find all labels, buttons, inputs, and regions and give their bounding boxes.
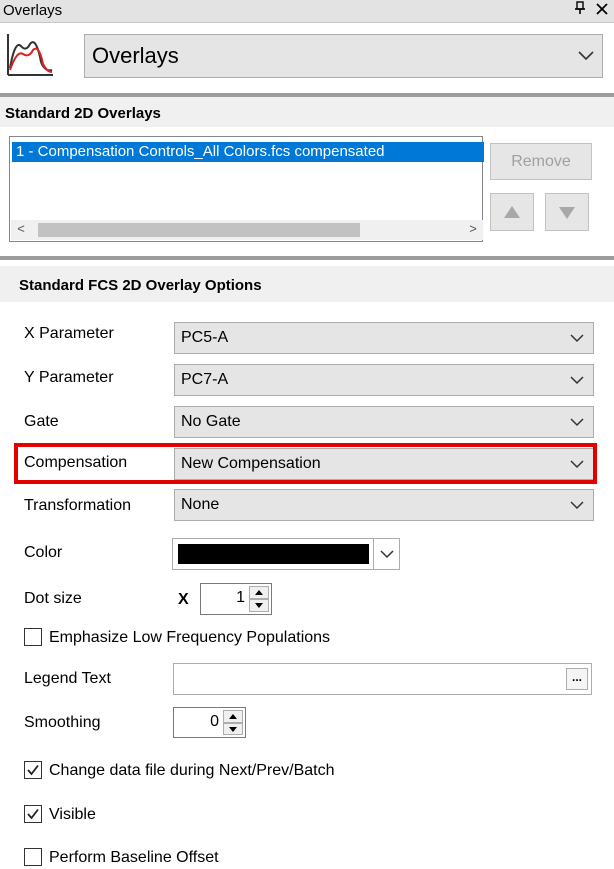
emphasize-label: Emphasize Low Frequency Populations [49,629,331,646]
pin-icon[interactable] [572,1,588,19]
arrow-down-icon [229,726,237,732]
chevron-down-icon [570,418,584,427]
transformation-value: None [181,496,220,513]
section-title-options: Standard FCS 2D Overlay Options [0,266,614,302]
gate-select[interactable]: No Gate [174,406,594,438]
close-icon[interactable] [594,1,610,19]
color-picker[interactable] [172,538,400,570]
y-parameter-select[interactable]: PC7-A [174,364,594,396]
section-title-standard-2d: Standard 2D Overlays [0,97,614,127]
y-parameter-label: Y Parameter [24,369,114,386]
ellipsis-button[interactable]: ... [566,668,588,690]
chevron-down-icon [380,550,394,559]
panel-title: Overlays [3,2,63,19]
dot-size-value: 1 [236,589,245,606]
x-parameter-select[interactable]: PC5-A [174,322,594,354]
emphasize-checkbox[interactable] [24,628,42,646]
decrement-button[interactable] [223,722,243,735]
section-divider [0,256,614,260]
legend-text-label: Legend Text [24,670,111,687]
dot-size-stepper[interactable]: 1 [200,583,272,615]
highlight-box [14,443,597,484]
arrow-up-icon [255,590,263,595]
triangle-up-icon [504,206,520,218]
overlay-type-value: Overlays [92,43,179,68]
gate-label: Gate [24,413,59,430]
list-item[interactable]: 1 - Compensation Controls_All Colors.fcs… [12,142,484,162]
histogram-overlay-icon [5,32,55,78]
baseline-offset-label: Perform Baseline Offset [49,849,219,866]
baseline-offset-checkbox[interactable] [24,848,42,866]
smoothing-label: Smoothing [24,714,101,731]
transformation-label: Transformation [24,497,131,514]
panel-titlebar: Overlays [0,0,614,23]
horizontal-scrollbar[interactable]: < > [11,220,483,240]
arrow-down-icon [255,603,263,608]
color-swatch [178,544,369,564]
dot-size-label: Dot size [24,590,82,607]
overlay-list[interactable]: 1 - Compensation Controls_All Colors.fcs… [9,136,484,242]
change-data-file-checkbox[interactable] [24,761,42,779]
checkmark-icon [27,808,39,820]
y-parameter-value: PC7-A [181,371,229,388]
increment-button[interactable] [249,586,269,599]
smoothing-value: 0 [210,713,219,730]
overlay-type-select[interactable]: Overlays [84,34,603,78]
x-parameter-value: PC5-A [181,329,229,346]
chevron-down-icon [570,376,584,385]
visible-checkbox[interactable] [24,805,42,823]
increment-button[interactable] [223,710,243,723]
dot-size-prefix: X [178,591,189,608]
scroll-right-icon[interactable]: > [465,221,481,236]
remove-button[interactable]: Remove [490,143,592,180]
gate-value: No Gate [181,413,241,430]
arrow-up-icon [229,714,237,719]
move-up-button[interactable] [490,193,534,231]
scrollbar-thumb[interactable] [38,223,360,237]
triangle-down-icon [559,207,575,219]
transformation-select[interactable]: None [174,489,594,521]
checkmark-icon [27,764,39,776]
move-down-button[interactable] [545,193,589,231]
legend-text-field[interactable]: ... [173,663,592,695]
decrement-button[interactable] [249,599,269,612]
visible-label: Visible [49,806,96,823]
chevron-down-icon [570,501,584,510]
chevron-down-icon [570,334,584,343]
change-data-file-label: Change data file during Next/Prev/Batch [49,762,335,779]
color-label: Color [24,544,63,561]
chevron-down-icon [578,51,594,61]
smoothing-stepper[interactable]: 0 [173,707,246,738]
color-dropdown-button[interactable] [373,539,399,569]
scroll-left-icon[interactable]: < [13,221,29,236]
x-parameter-label: X Parameter [24,325,114,342]
